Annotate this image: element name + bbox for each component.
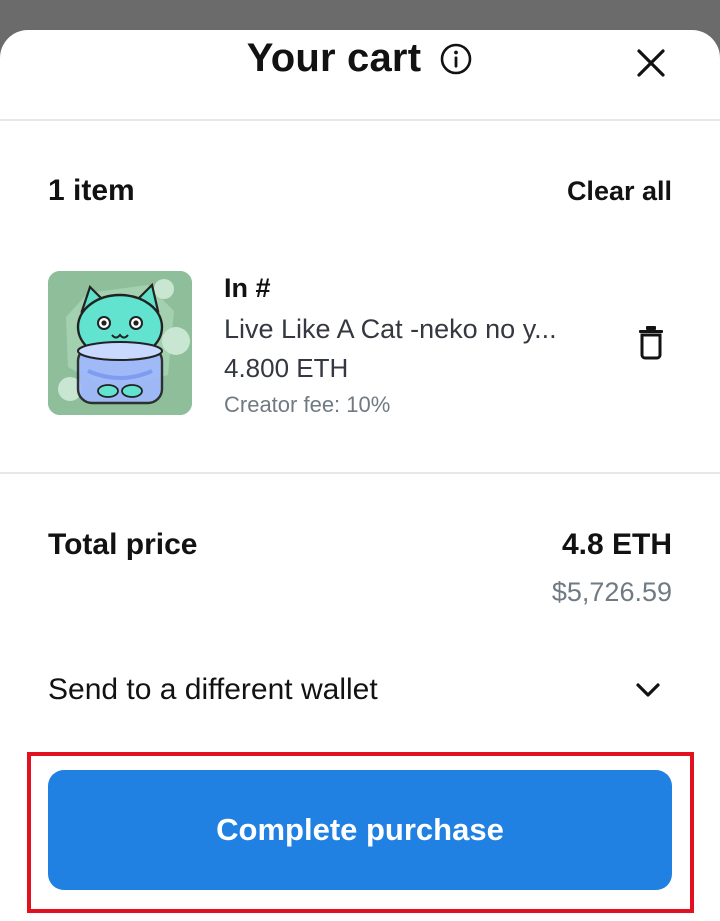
item-count: 1 item <box>48 174 135 207</box>
nft-thumbnail[interactable] <box>48 271 192 415</box>
trash-icon[interactable] <box>636 325 666 361</box>
clear-all-button[interactable]: Clear all <box>567 176 672 207</box>
total-price-label: Total price <box>48 528 198 561</box>
cart-item: In # Live Like A Cat -neko no y... 4.800… <box>48 271 672 417</box>
cart-modal: Your cart 1 item Clear all In # Live Lik… <box>0 30 720 921</box>
item-name[interactable]: Live Like A Cat -neko no y... <box>224 314 604 345</box>
total-price-eth: 4.8 ETH <box>561 528 672 561</box>
total-price-usd: $5,726.59 <box>551 577 672 607</box>
send-to-wallet-toggle[interactable]: Send to a different wallet <box>48 666 672 714</box>
page-title: Your cart <box>246 36 422 80</box>
creator-fee: Creator fee: 10% <box>224 392 391 417</box>
info-icon[interactable] <box>439 42 473 76</box>
item-price: 4.800 ETH <box>224 353 349 383</box>
cart-items-section: 1 item Clear all In # Live Like A Cat -n… <box>0 121 720 474</box>
cart-header: Your cart <box>0 30 720 121</box>
item-collection: In # <box>224 273 271 303</box>
complete-purchase-button[interactable]: Complete purchase <box>48 770 672 890</box>
send-to-wallet-label: Send to a different wallet <box>48 673 378 706</box>
close-icon[interactable] <box>634 46 668 80</box>
chevron-down-icon <box>634 678 662 702</box>
